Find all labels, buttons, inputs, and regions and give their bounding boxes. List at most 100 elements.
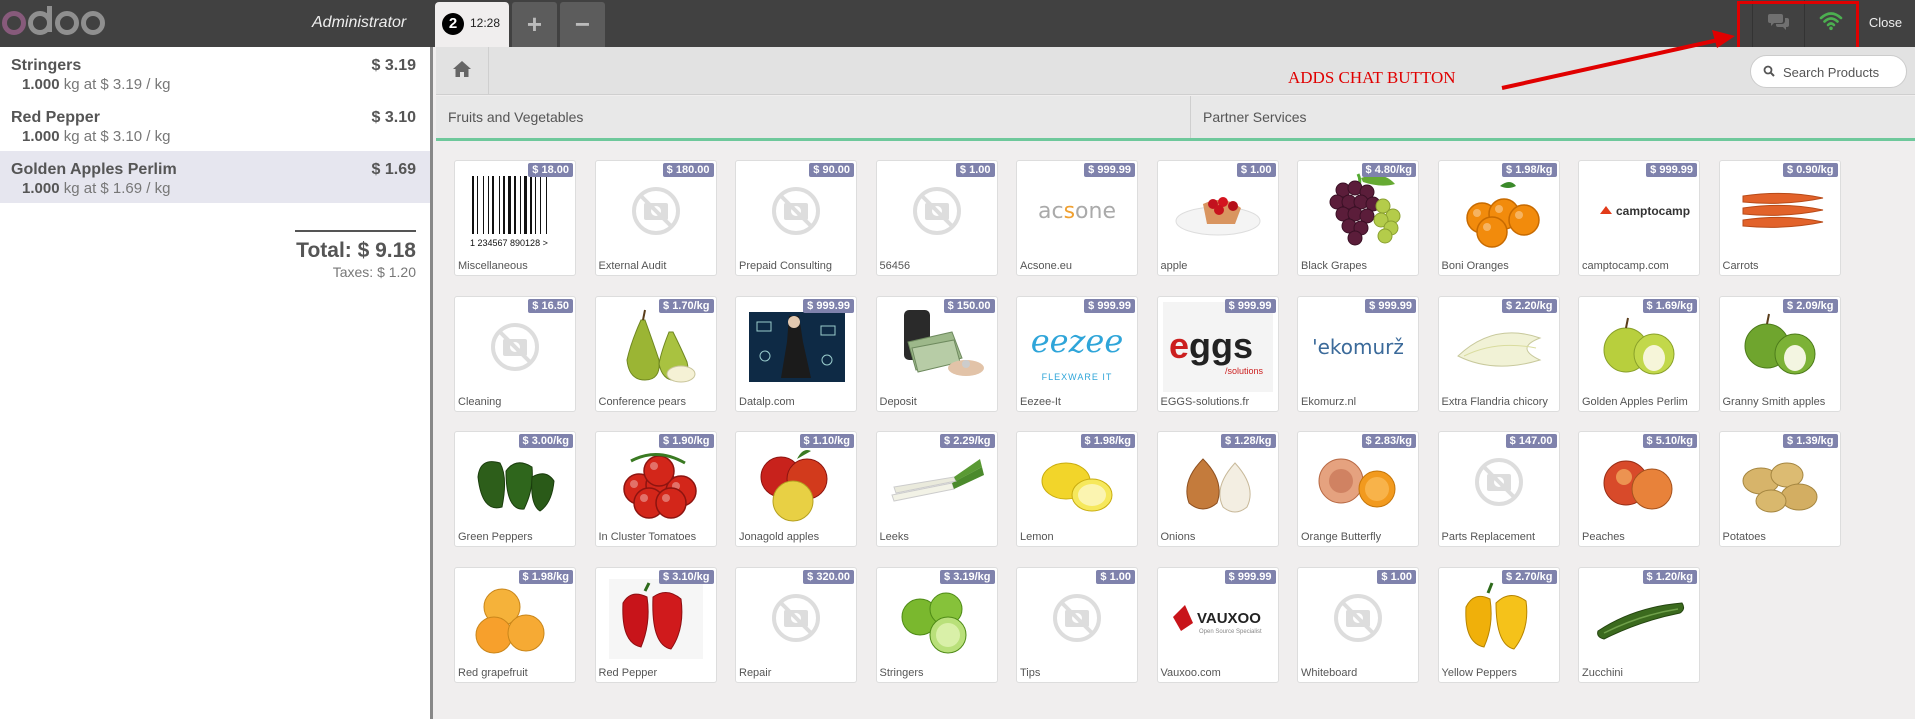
- order-taxes: Taxes: $ 1.20: [332, 264, 416, 280]
- product-card[interactable]: $ 90.00 Prepaid Consulting: [735, 160, 857, 276]
- category-fruits-and-vegetables[interactable]: Fruits and Vegetables: [436, 96, 1191, 138]
- product-image: [1441, 436, 1557, 528]
- product-name: Datalp.com: [739, 395, 795, 408]
- product-card[interactable]: $ 320.00 Repair: [735, 566, 857, 683]
- product-price-tag: $ 3.00/kg: [518, 434, 573, 448]
- search-box[interactable]: [1750, 55, 1907, 88]
- product-name: Red grapefruit: [458, 666, 528, 679]
- product-card[interactable]: $ 150.00 Deposit: [875, 295, 998, 412]
- product-price-tag: $ 999.99: [1365, 298, 1416, 313]
- orderline-unit-price: kg at $ 3.19 / kg: [63, 76, 171, 93]
- product-card[interactable]: $ 1.00 56456: [875, 160, 998, 276]
- product-card[interactable]: $ 1.98/kg Lemon: [1016, 431, 1138, 547]
- svg-text:/solutions: /solutions: [1225, 366, 1264, 376]
- product-card[interactable]: $ 999.99 acsone Acsone.eu: [1016, 160, 1138, 276]
- product-image: [1581, 572, 1697, 664]
- product-card[interactable]: $ 1.20/kg Zucchini: [1578, 566, 1700, 683]
- orderline-unit-price: kg at $ 3.10 / kg: [63, 128, 171, 145]
- product-image: [879, 165, 995, 257]
- product-card[interactable]: $ 2.29/kg Leeks: [875, 431, 998, 547]
- product-image: [1160, 436, 1276, 528]
- product-image: 1 234567 890128 >: [457, 165, 573, 257]
- product-card[interactable]: $ 1.90/kg In Cluster Tomatoes: [594, 431, 717, 547]
- product-card[interactable]: $ 2.09/kg Granny Smith apples: [1718, 295, 1841, 412]
- orderline-price: $ 1.69: [371, 161, 416, 178]
- orderline-stringers[interactable]: Stringers $ 3.19 1.000 kg at $ 3.19 / kg: [0, 47, 430, 99]
- search-input[interactable]: [1783, 62, 1901, 82]
- orderline-golden-apples-perlim[interactable]: Golden Apples Perlim $ 1.69 1.000 kg at …: [0, 151, 430, 203]
- product-card[interactable]: $ 2.20/kg Extra Flandria chicory: [1437, 295, 1560, 412]
- product-price-tag: $ 320.00: [803, 569, 854, 584]
- orderline-red-pepper[interactable]: Red Pepper $ 3.10 1.000 kg at $ 3.10 / k…: [0, 99, 430, 151]
- product-image: [457, 572, 573, 664]
- product-image: [738, 301, 854, 393]
- product-card[interactable]: $ 16.50 Cleaning: [454, 295, 576, 412]
- product-image: [1160, 165, 1276, 257]
- product-image: [1019, 572, 1135, 664]
- product-image: [598, 572, 714, 664]
- product-card[interactable]: $ 999.99 eggs/solutions EGGS-solutions.fr: [1156, 295, 1279, 412]
- product-image: [1019, 436, 1135, 528]
- product-image: [1441, 301, 1557, 393]
- product-name: Black Grapes: [1301, 260, 1368, 272]
- product-card[interactable]: $ 5.10/kg Peaches: [1578, 431, 1700, 547]
- product-card[interactable]: $ 1.00 Whiteboard: [1297, 566, 1419, 683]
- product-price-tag: $ 0.90/kg: [1783, 163, 1838, 177]
- order-summary: Total: $ 9.18 Taxes: $ 1.20: [295, 230, 416, 280]
- product-image: [1722, 301, 1838, 393]
- product-price-tag: $ 1.00: [1236, 163, 1276, 177]
- product-card[interactable]: $ 999.99 Datalp.com: [735, 295, 857, 412]
- product-price-tag: $ 3.10/kg: [659, 569, 714, 584]
- product-image: [1581, 436, 1697, 528]
- close-button[interactable]: Close: [1856, 0, 1915, 47]
- product-name: Ekomurz.nl: [1301, 395, 1357, 408]
- product-price-tag: $ 5.10/kg: [1642, 434, 1697, 448]
- order-number-badge: 2: [442, 13, 464, 35]
- delete-order-button[interactable]: −: [560, 2, 605, 47]
- product-card[interactable]: $ 1.00 Tips: [1016, 566, 1138, 683]
- product-card[interactable]: $ 147.00 Parts Replacement: [1437, 431, 1560, 547]
- order-total: Total: $ 9.18: [296, 239, 416, 262]
- product-card[interactable]: $ 999.99 VAUXOO Open Source Specialist Vaux…: [1156, 566, 1279, 683]
- annotation-highlight-box: [1737, 1, 1859, 50]
- product-card[interactable]: $ 3.10/kg Red Pepper: [594, 566, 717, 683]
- product-price-tag: $ 2.20/kg: [1502, 298, 1557, 313]
- product-name: Peaches: [1582, 531, 1625, 543]
- product-name: Orange Butterfly: [1301, 531, 1382, 543]
- cashier-name[interactable]: Administrator: [312, 14, 406, 32]
- product-name: camptocamp.com: [1582, 260, 1669, 272]
- svg-text:eggs: eggs: [1169, 325, 1253, 366]
- product-card[interactable]: $ 2.83/kg Orange Butterfly: [1297, 431, 1419, 547]
- product-name: Zucchini: [1582, 666, 1623, 679]
- product-card[interactable]: $ 1.98/kg Red grapefruit: [454, 566, 576, 683]
- product-card[interactable]: $ 1.69/kg Golden Apples Perlim: [1578, 295, 1700, 412]
- product-image: [1722, 436, 1838, 528]
- product-card[interactable]: $ 180.00 External Audit: [594, 160, 717, 276]
- product-card[interactable]: $ 18.00 1 234567 890128 > Miscellaneous: [454, 160, 576, 276]
- product-card[interactable]: $ 3.19/kg Stringers: [875, 566, 998, 683]
- order-tab[interactable]: 2 12:28: [435, 2, 509, 47]
- orderline-info: 1.000 kg at $ 3.10 / kg: [11, 128, 416, 145]
- product-card[interactable]: $ 1.00 apple: [1156, 160, 1279, 276]
- product-card[interactable]: $ 3.00/kg Green Peppers: [454, 431, 576, 547]
- product-price-tag: $ 1.28/kg: [1221, 434, 1276, 448]
- product-card[interactable]: $ 0.90/kg Carrots: [1718, 160, 1841, 276]
- category-partner-services[interactable]: Partner Services: [1191, 96, 1915, 138]
- product-card[interactable]: $ 4.80/kg Black Grapes: [1297, 160, 1419, 276]
- product-card[interactable]: $ 2.70/kg Yellow Peppers: [1437, 566, 1560, 683]
- product-card[interactable]: $ 1.70/kg Conference pears: [594, 295, 717, 412]
- product-price-tag: $ 1.69/kg: [1642, 298, 1697, 313]
- product-image: [457, 301, 573, 393]
- product-card[interactable]: $ 1.98/kg Boni Oranges: [1437, 160, 1560, 276]
- product-card[interactable]: $ 999.99 eezee FLEXWARE IT Eezee-It: [1016, 295, 1138, 412]
- orderline-price: $ 3.19: [371, 57, 416, 74]
- home-category-button[interactable]: [436, 47, 489, 95]
- product-card[interactable]: $ 999.99 camptocamp camptocamp.com: [1578, 160, 1700, 276]
- product-card[interactable]: $ 999.99 'ekomurž Ekomurz.nl: [1297, 295, 1419, 412]
- product-card[interactable]: $ 1.39/kg Potatoes: [1718, 431, 1841, 547]
- product-card[interactable]: $ 1.10/kg Jonagold apples: [735, 431, 857, 547]
- product-card[interactable]: $ 1.28/kg Onions: [1156, 431, 1279, 547]
- add-order-button[interactable]: +: [512, 2, 557, 47]
- product-price-tag: $ 2.70/kg: [1502, 569, 1557, 584]
- product-name: Extra Flandria chicory: [1441, 395, 1548, 408]
